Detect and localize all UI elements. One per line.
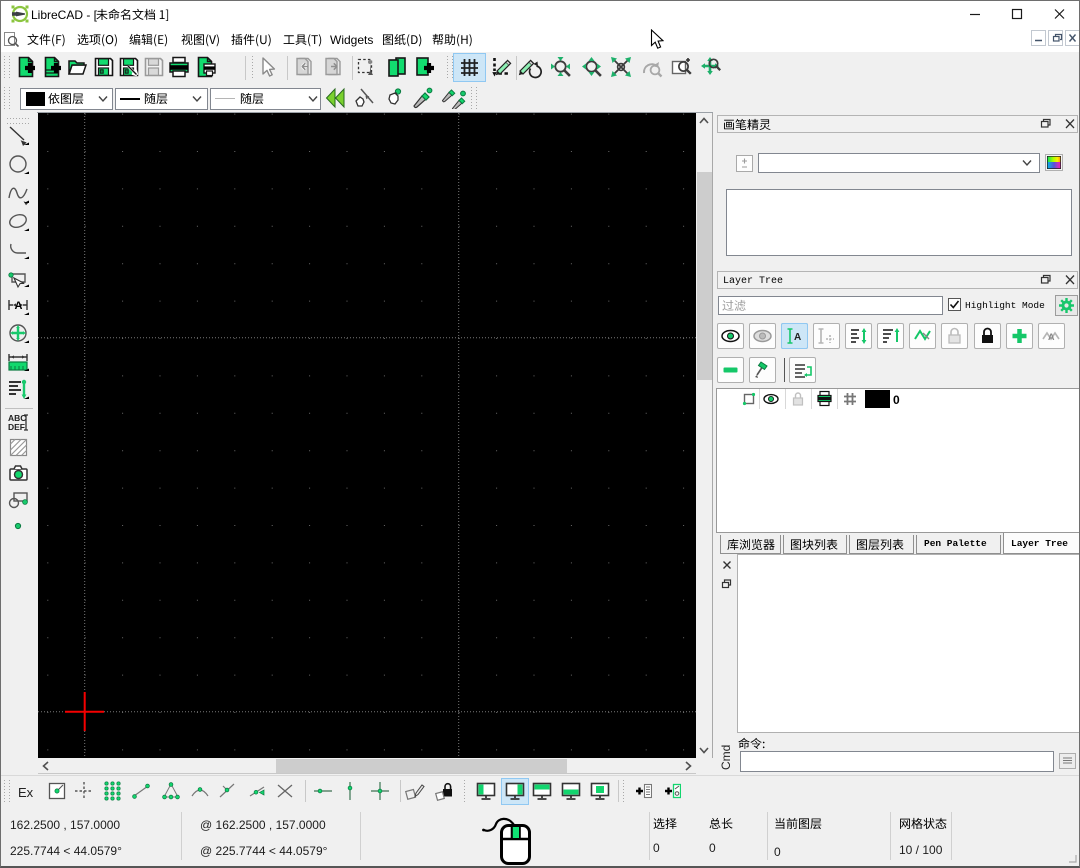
svg-text:A: A xyxy=(794,332,801,343)
svg-text:A: A xyxy=(15,300,23,312)
svg-text:A: A xyxy=(1048,332,1055,342)
svg-text:DEF: DEF xyxy=(8,422,25,432)
